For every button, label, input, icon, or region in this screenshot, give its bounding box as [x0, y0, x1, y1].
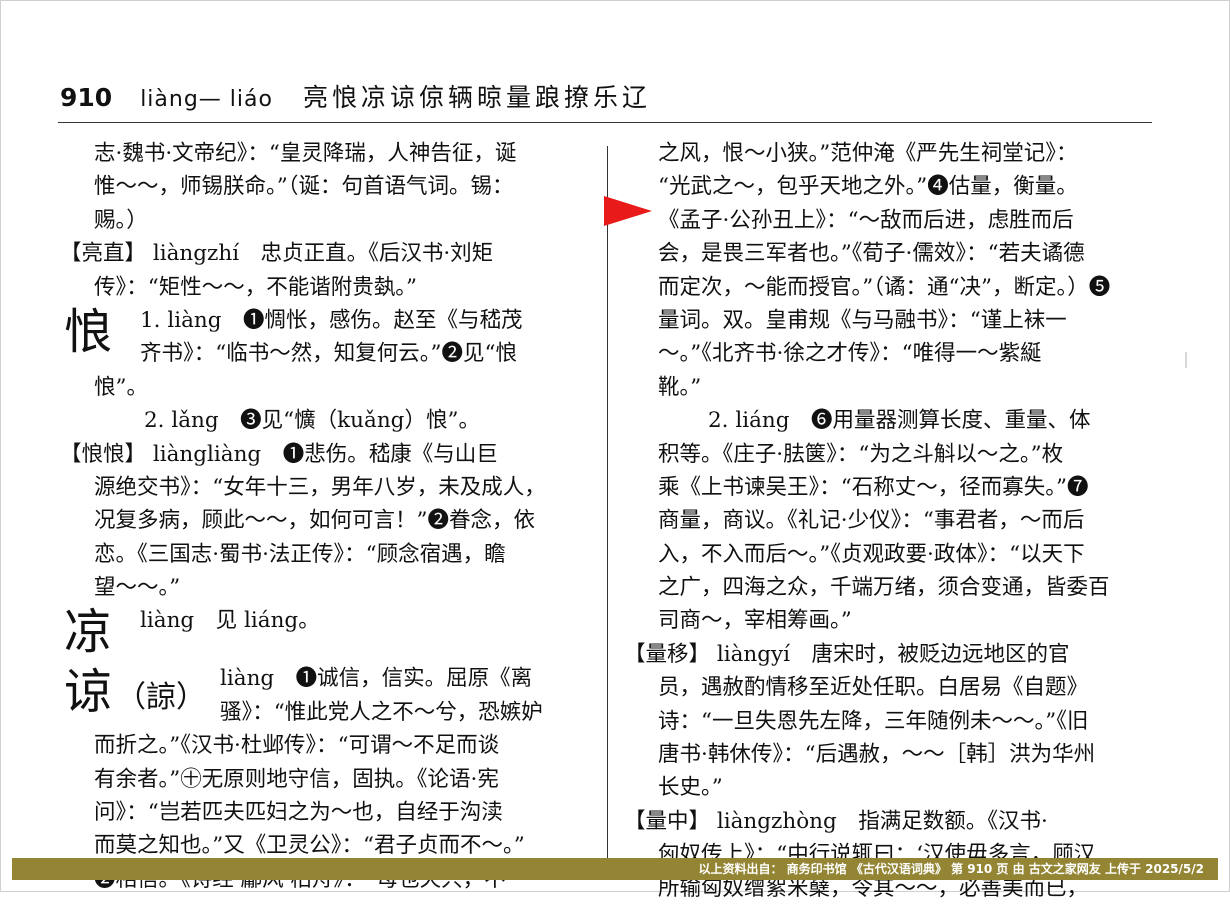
text-line: 齐书》：“临书～然，知复何云。”❷见“悢	[140, 341, 517, 367]
header-characters: 亮悢凉谅倞辆晾量踉撩乐辽	[302, 83, 651, 112]
headword-block-liang1: 悢 1. liàng ❶惆怅，感伤。赵至《与嵇茂 齐书》：“临书～然，知复何云。…	[60, 304, 592, 371]
page-header: 910 liàng— liáo 亮悢凉谅倞辆晾量踉撩乐辽	[60, 78, 651, 118]
text-line: ～。”《北齐书·徐之才传》：“唯得一～紫綖	[658, 341, 1042, 367]
traditional-char: （諒）	[116, 680, 206, 716]
text-line: 2. liáng ❻用量器测算长度、重量、体	[708, 408, 1091, 434]
pinyin-range: liàng— liáo	[140, 87, 273, 112]
text-line: 之广，四海之众，千端万绪，须合变通，皆委百	[658, 575, 1110, 601]
text-line: 有余者。”㊉无原则地守信，固执。《论语·宪	[94, 766, 499, 792]
column-divider	[607, 146, 608, 858]
headword-char: 谅	[64, 664, 113, 721]
text-line: 商量，商议。《礼记·少仪》：“事君者，～而后	[658, 508, 1085, 534]
header-rule	[58, 122, 1152, 123]
entry-liangliang: 【悢悢】 liàngliàng ❶悲伤。嵇康《与山巨	[60, 441, 498, 467]
source-footer: 以上资料出自： 商务印书馆 《古代汉语词典》 第 910 页 由 古文之家网友 …	[12, 858, 1218, 880]
text-line: 积等。《庄子·胠箧》：“为之斗斛以～之。”枚	[658, 441, 1064, 467]
text-line: 惟～～，师锡朕命。”（诞：句首语气词。锡：	[94, 174, 514, 200]
text-line: 靴。”	[658, 374, 702, 400]
text-line: liàng 见 liáng。	[140, 608, 320, 634]
text-line: 唐书·韩休传》：“后遇赦，～～［韩］洪为华州	[658, 742, 1096, 768]
entry-liangzhi: 【亮直】 liàngzhí 忠贞正直。《后汉书·刘矩	[60, 241, 494, 267]
text-line: 之风，恨～小狭。”范仲淹《严先生祠堂记》：	[658, 141, 1078, 166]
text-line: 况复多病，顾此～～，如何可言！”❷眷念，依	[94, 508, 535, 534]
headword-char: 凉	[64, 604, 113, 661]
page-number: 910	[60, 83, 113, 112]
text-line: 员，遇赦酌情移至近处任职。白居易《自题》	[658, 675, 1089, 701]
text-line: 源绝交书》：“女年十三，男年八岁，未及成人，	[94, 474, 546, 500]
text-line: 1. liàng ❶惆怅，感伤。赵至《与嵇茂	[140, 307, 523, 333]
text-line: 2. lǎng ❸见“懭（kuǎng）悢”。	[144, 408, 480, 434]
left-column: 志·魏书·文帝纪》：“皇灵降瑞，人神告征，诞 惟～～，师锡朕命。”（诞：句首语气…	[60, 137, 592, 896]
text-line: 入，不入而后～。”《贞观政要·政体》：“以天下	[658, 541, 1085, 567]
headword-char: 悢	[64, 303, 113, 360]
headword-block-liang3: 谅 （諒） liàng ❶诚信，信实。屈原《离 骚》：“惟此党人之不～兮，恐嫉妒	[60, 662, 592, 729]
text-line: 会，是畏三军者也。”《荀子·儒效》：“若夫谲德	[658, 241, 1085, 267]
entry-liangzhong: 【量中】 liàngzhòng 指满足数额。《汉书·	[624, 808, 1048, 834]
text-line: 长史。”	[658, 775, 723, 801]
right-column: 之风，恨～小狭。”范仲淹《严先生祠堂记》： “光武之～，包乎天地之外。”❹估量，…	[624, 137, 1154, 905]
text-line: 志·魏书·文帝纪》：“皇灵降瑞，人神告征，诞	[94, 141, 517, 166]
scan-mark	[1185, 352, 1187, 368]
text-line: 望～～。”	[94, 575, 181, 601]
text-line: 《孟子·公孙丑上》：“～敌而后进，虑胜而后	[658, 207, 1074, 233]
text-line: 传》：“矩性～～，不能谐附贵埶。”	[94, 274, 417, 300]
text-line: 量词。双。皇甫规《与马融书》：“谨上袜一	[658, 307, 1067, 333]
text-line: 司商～，宰相筹画。”	[658, 608, 852, 634]
red-arrow-pointer-icon	[604, 196, 652, 226]
text-line: 赐。）	[94, 207, 148, 233]
text-line: 而折之。”《汉书·杜邺传》：“可谓～不足而谈	[94, 733, 500, 759]
text-line: “光武之～，包乎天地之外。”❹估量，衡量。	[658, 174, 1078, 200]
text-line: 问》：“岂若匹夫匹妇之为～也，自经于沟渎	[94, 800, 503, 826]
headword-block-liang2: 凉 liàng 见 liáng。	[60, 604, 592, 662]
entry-liangyi: 【量移】 liàngyí 唐宋时，被贬边远地区的官	[624, 641, 1070, 667]
text-line: 恋。《三国志·蜀书·法正传》：“顾念宿遇，瞻	[94, 541, 506, 567]
text-line: 而定次，～能而授官。”（谲：通“决”，断定。）❺	[658, 274, 1111, 300]
text-line: 悢”。	[94, 374, 148, 400]
text-line: 乘《上书谏吴王》：“石称丈～，径而寡失。”❼	[658, 474, 1089, 500]
text-line: 诗：“一旦失恩先左降，三年随例未～～。”《旧	[658, 708, 1089, 734]
